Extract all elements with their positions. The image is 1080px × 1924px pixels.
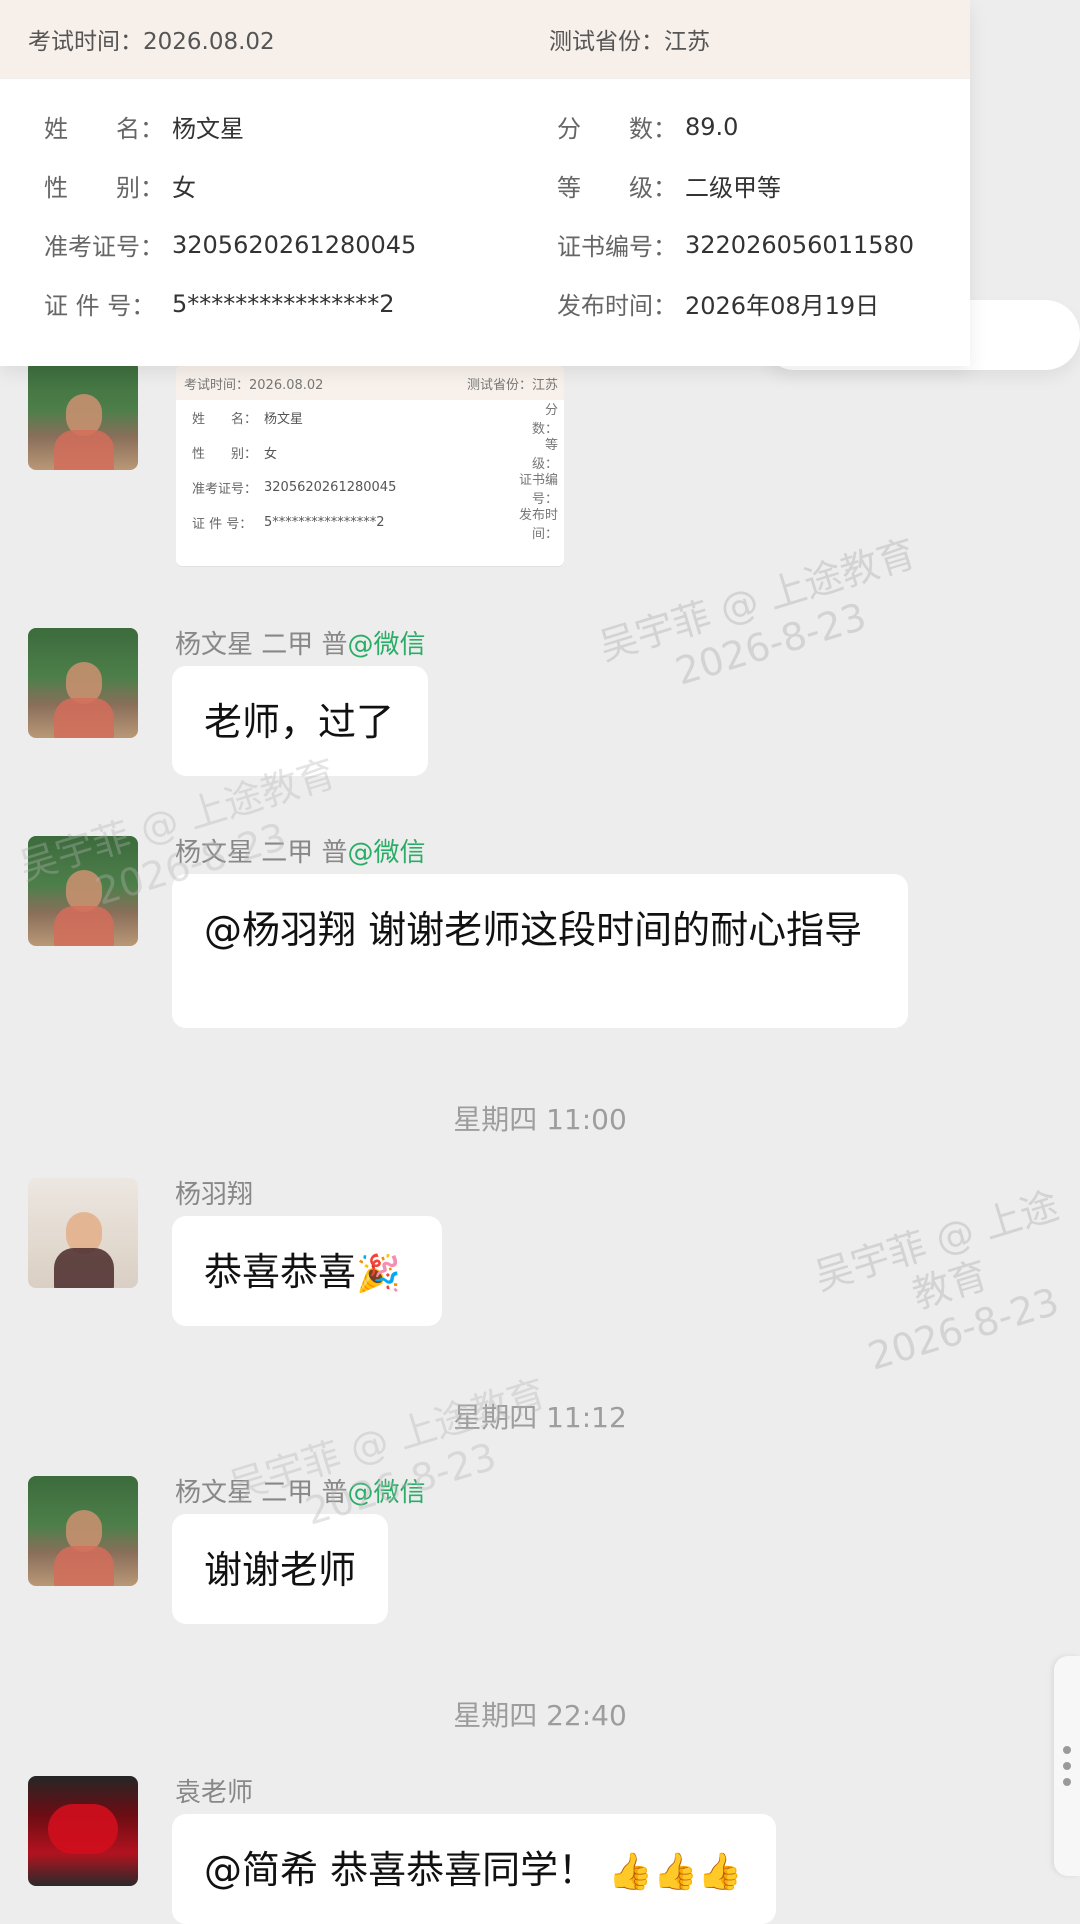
thumbnail-value: 杨文星 (264, 412, 304, 427)
avatar-body (54, 430, 114, 470)
detail-value: 5****************2 (172, 289, 395, 318)
detail-value: 2026年08月19日 (685, 292, 880, 320)
thumbnail-header-right: 测试省份：江苏 (466, 377, 558, 393)
avatar[interactable] (28, 1776, 138, 1886)
thumbnail-right-label: 等 级： (531, 437, 564, 472)
handle-dot (1063, 1778, 1071, 1786)
thumbnail-row: 姓 名： 杨文星 分 数： (176, 400, 564, 437)
thumbnail-right-label: 发布时间： (518, 507, 558, 542)
detail-row: 性 别： 女 等 级： 二级甲等 (0, 156, 970, 215)
chat-area[interactable]: 考试时间：2026.08.02 测试省份：江苏 姓 名： 杨文星 分 数： 性 … (0, 360, 1080, 1924)
message-bubble[interactable]: @杨羽翔 谢谢老师这段时间的耐心指导 (172, 874, 908, 1028)
exam-date: 考试时间：2026.08.02 (28, 29, 275, 55)
detail-label: 证书编号： (557, 233, 677, 261)
avatar-body (54, 1248, 114, 1288)
thumbnail-value: 5****************2 (264, 515, 385, 530)
avatar[interactable] (28, 360, 138, 470)
wechat-tag: @微信 (347, 838, 426, 868)
detail-value: 女 (172, 174, 196, 202)
handle-dot (1063, 1762, 1071, 1770)
thumbnail-right-label: 证书编号： (518, 472, 558, 507)
handle-dot (1063, 1746, 1071, 1754)
detail-label: 分 数： (557, 115, 677, 143)
thumbnail-label: 姓 名： (192, 412, 258, 427)
avatar[interactable] (28, 628, 138, 738)
detail-value: 二级甲等 (685, 174, 781, 202)
detail-value: 杨文星 (172, 115, 244, 143)
thumbnail-label: 性 别： (192, 447, 258, 462)
rose-icon (48, 1804, 118, 1854)
thumbnail-right-label: 分 数： (531, 402, 564, 437)
avatar[interactable] (28, 1476, 138, 1586)
message-text: 恭喜恭喜 (204, 1250, 357, 1294)
test-province: 测试省份：江苏 (549, 29, 710, 55)
thumbnail-row: 证 件 号： 5****************2 发布时间： (176, 505, 564, 542)
detail-label: 姓 名： (44, 115, 164, 143)
thumbnail-header: 考试时间：2026.08.02 测试省份：江苏 (176, 366, 564, 400)
detail-label: 发布时间： (557, 292, 677, 320)
thumbs-up-icon: 👍👍👍 (608, 1851, 743, 1893)
sender-name: 杨文星 二甲 普@微信 (175, 624, 426, 661)
timestamp: 星期四 11:00 (453, 1103, 627, 1136)
score-card: 考试时间：2026.08.02 测试省份：江苏 姓 名： 杨文星 分 数： 89.0… (0, 0, 970, 366)
wechat-tag: @微信 (347, 630, 426, 660)
detail-label: 准考证号： (44, 233, 164, 261)
message-text: @简希 恭喜恭喜同学！ (204, 1848, 597, 1892)
watermark: 吴宇菲 @ 上途教育 2026-8-23 (594, 530, 935, 714)
scroll-handle[interactable] (1054, 1656, 1080, 1876)
detail-value: 322026056011580 (685, 230, 915, 259)
detail-label: 等 级： (557, 174, 677, 202)
thumbnail-label: 证 件 号： (192, 517, 253, 532)
sender-name: 杨羽翔 (175, 1180, 254, 1210)
avatar-body (54, 698, 114, 738)
detail-label: 证 件 号： (44, 292, 156, 320)
message-bubble[interactable]: @简希 恭喜恭喜同学！ 👍👍👍 (172, 1814, 776, 1924)
thumbnail-label: 准考证号： (192, 482, 258, 497)
detail-label: 性 别： (44, 174, 164, 202)
party-popper-icon: 🎉 (356, 1253, 401, 1295)
sender-name-text: 杨文星 二甲 普 (175, 630, 348, 660)
thumbnail-value: 女 (264, 447, 278, 462)
image-thumbnail[interactable]: 考试时间：2026.08.02 测试省份：江苏 姓 名： 杨文星 分 数： 性 … (176, 366, 564, 566)
detail-row: 证 件 号： 5****************2 发布时间： 2026年08月19… (0, 274, 970, 333)
watermark: 吴宇菲 @ 上途教育 2026-8-23 (806, 1181, 1080, 1389)
score-card-header: 考试时间：2026.08.02 测试省份：江苏 (0, 0, 970, 79)
avatar[interactable] (28, 1178, 138, 1288)
timestamp: 星期四 22:40 (453, 1699, 627, 1732)
message-bubble[interactable]: 恭喜恭喜🎉 (172, 1216, 442, 1326)
sender-name: 袁老师 (175, 1778, 254, 1808)
score-card-details: 姓 名： 杨文星 分 数： 89.0 性 别： 女 等 级： 二级甲等 准考证号： 320… (0, 79, 970, 333)
detail-row: 姓 名： 杨文星 分 数： 89.0 (0, 97, 970, 156)
detail-value: 89.0 (685, 112, 739, 141)
thumbnail-row: 性 别： 女 等 级： (176, 435, 564, 472)
thumbnail-row: 准考证号： 3205620261280045 证书编号： (176, 470, 564, 507)
detail-row: 准考证号： 3205620261280045 证书编号： 3220260560115… (0, 215, 970, 274)
detail-value: 3205620261280045 (172, 230, 417, 259)
thumbnail-header-left: 考试时间：2026.08.02 (184, 377, 324, 393)
thumbnail-value: 3205620261280045 (264, 480, 397, 495)
avatar-body (54, 1546, 114, 1586)
